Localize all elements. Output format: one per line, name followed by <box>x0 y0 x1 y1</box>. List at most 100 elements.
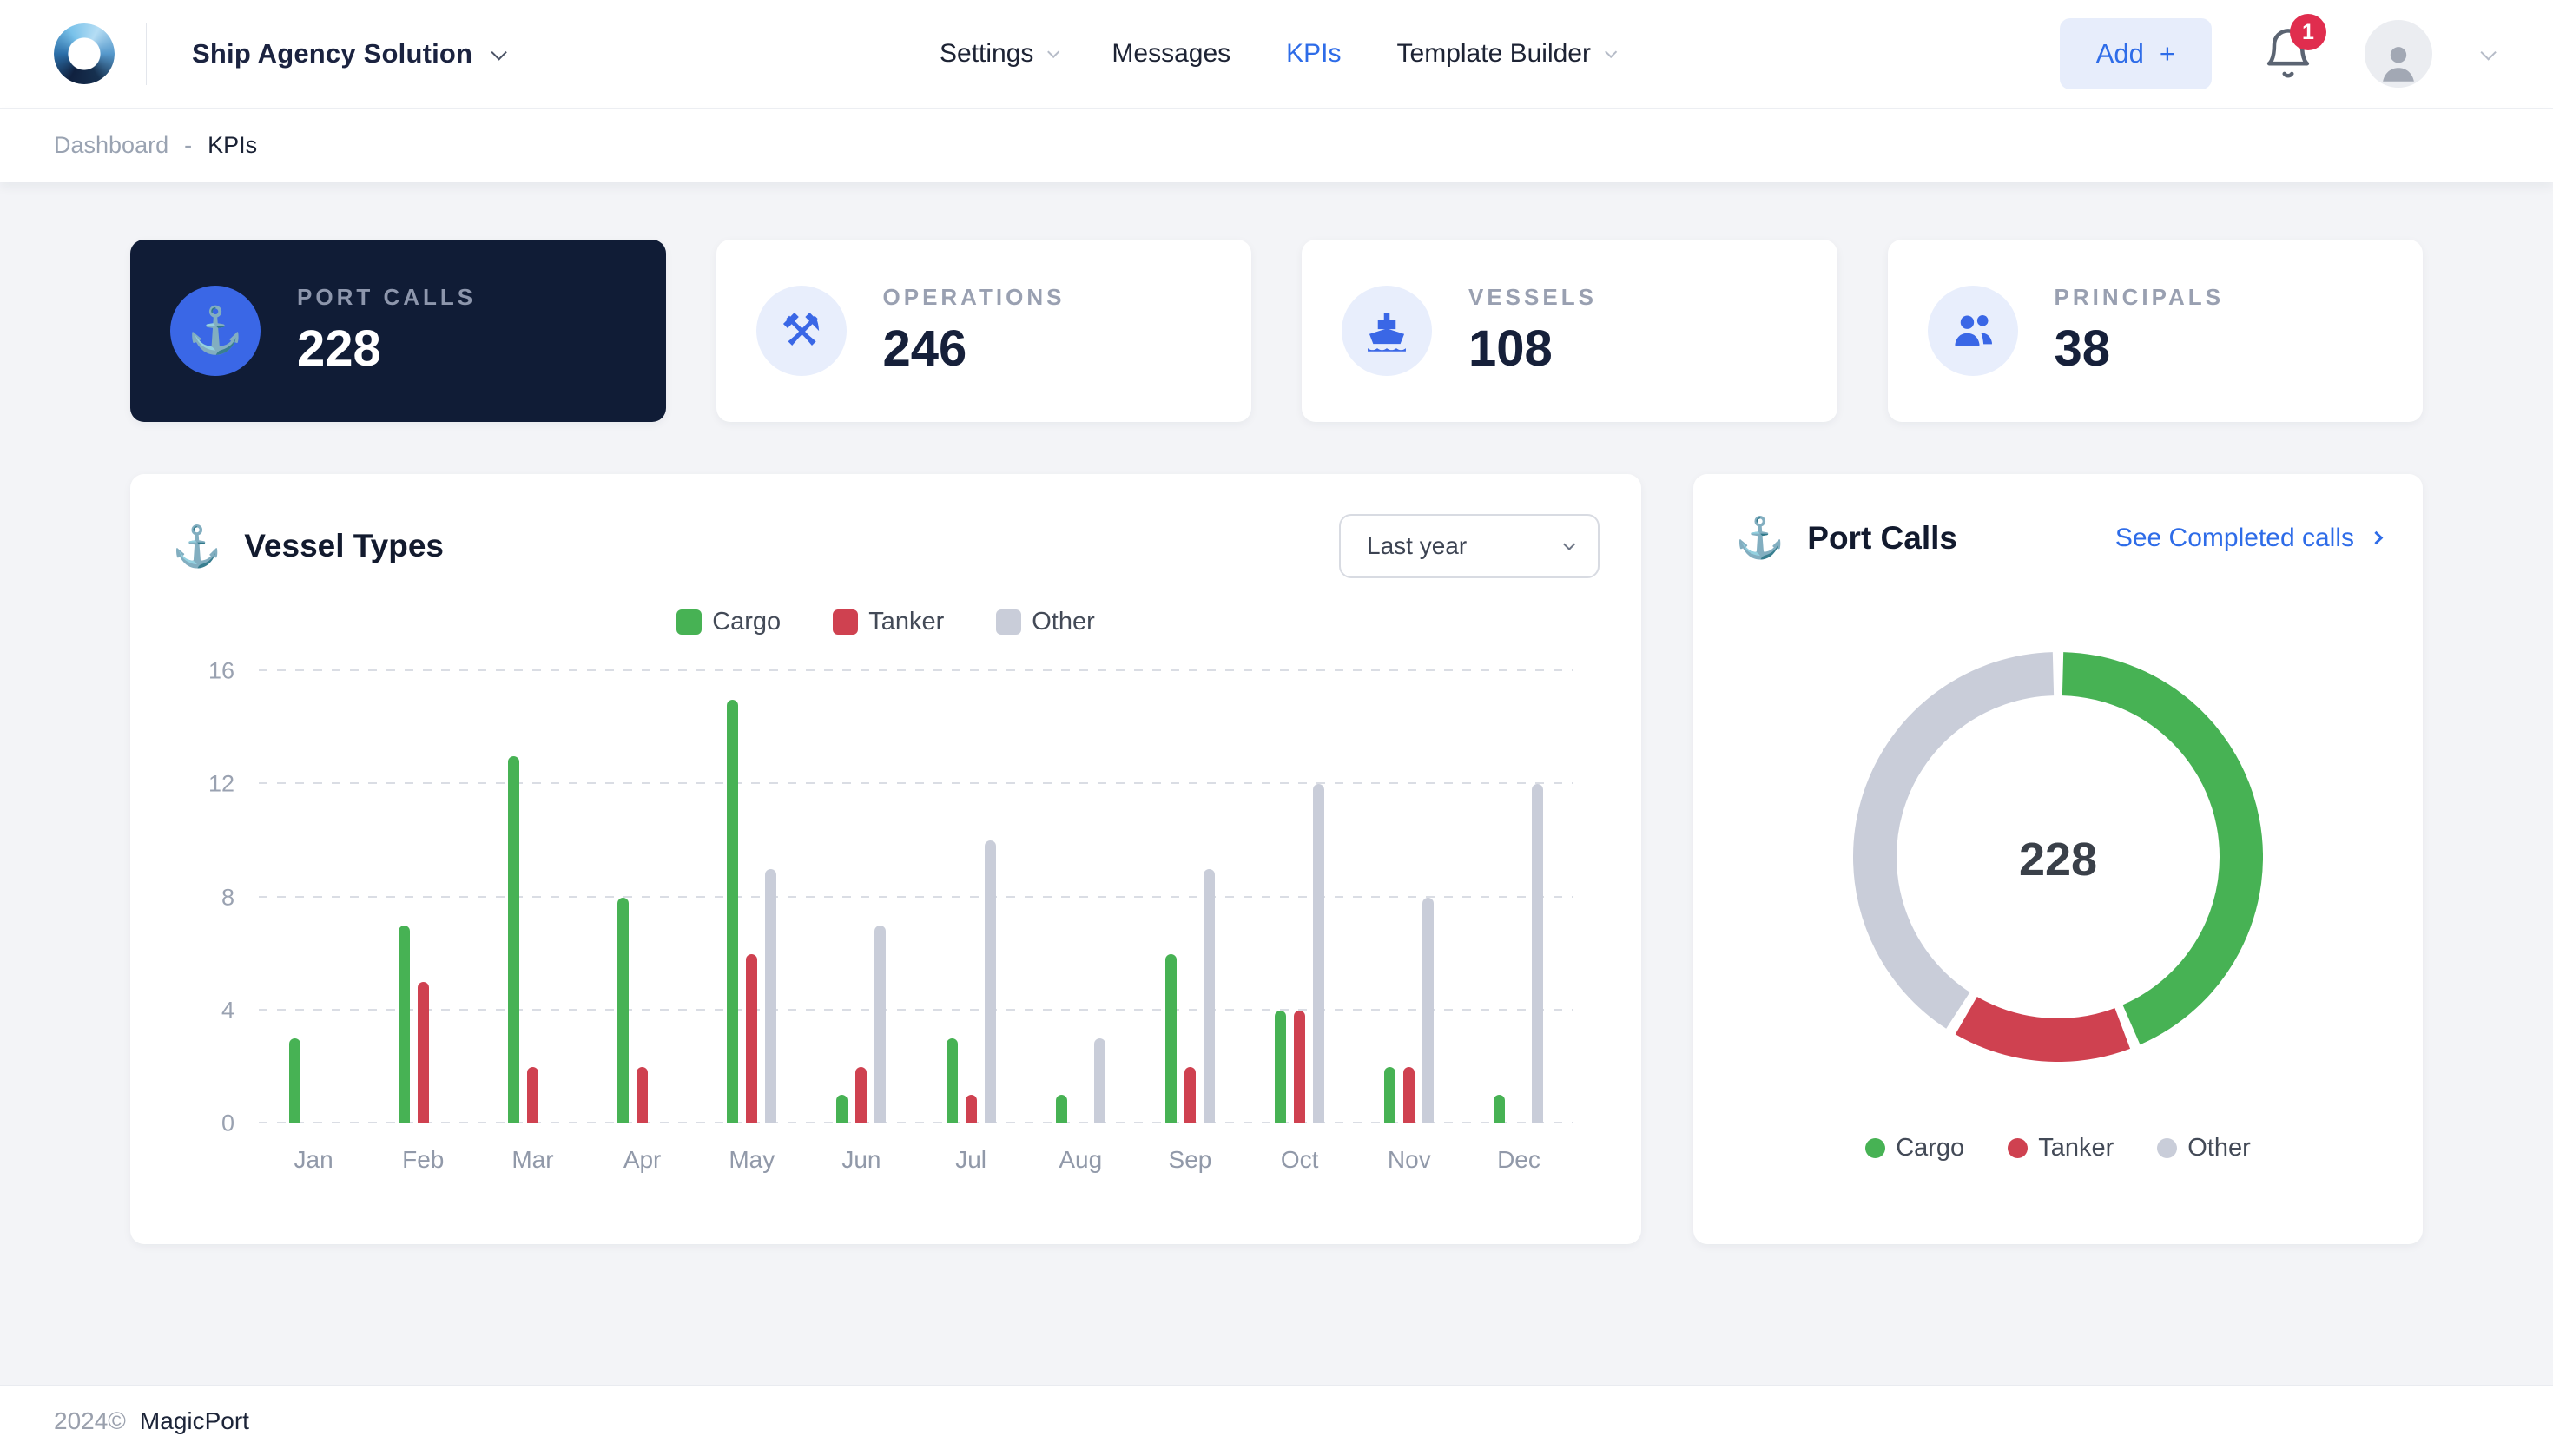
kpi-card-principals[interactable]: PRINCIPALS 38 <box>1887 240 2423 422</box>
breadcrumb-current: KPIs <box>208 132 258 158</box>
page-footer: 2024© MagicPort <box>0 1385 2553 1456</box>
add-button[interactable]: Add + <box>2059 18 2212 89</box>
nav-item-messages[interactable]: Messages <box>1112 39 1230 69</box>
bar-group-jun <box>807 671 916 1123</box>
legend-swatch-tanker <box>833 609 859 635</box>
legend-item-tanker[interactable]: Tanker <box>833 608 944 636</box>
bar-cargo-may <box>727 699 739 1123</box>
legend-label: Cargo <box>712 608 782 636</box>
legend-item-cargo[interactable]: Cargo <box>676 608 781 636</box>
bars-layer <box>259 671 1573 1123</box>
x-axis-label-dec: Dec <box>1497 1146 1540 1173</box>
donut-legend-dot-tanker <box>2008 1138 2029 1158</box>
bar-cargo-jul <box>946 1038 958 1123</box>
y-axis-tick: 8 <box>221 884 234 910</box>
bar-group-mar <box>478 671 587 1123</box>
bar-chart-legend: Cargo Tanker Other <box>172 608 1600 636</box>
port-calls-header: ⚓ Port Calls See Completed calls <box>1735 514 2384 562</box>
kpi-dashboard-page: Ship Agency Solution Settings Messages KPI… <box>0 0 2553 1456</box>
donut-legend-item-cargo[interactable]: Cargo <box>1865 1134 1964 1163</box>
donut-legend-dot-other <box>2157 1138 2178 1158</box>
bar-tanker-jul <box>965 1095 977 1123</box>
kpi-card-text: OPERATIONS 246 <box>883 284 1065 378</box>
donut-legend-item-other[interactable]: Other <box>2157 1134 2251 1163</box>
nav-item-settings[interactable]: Settings <box>940 39 1060 69</box>
nav-item-template-builder[interactable]: Template Builder <box>1396 39 1618 69</box>
bar-chart-plot: 0 4 8 12 16 <box>208 658 1573 1136</box>
bar-group-may <box>697 671 807 1123</box>
kpi-card-port-calls[interactable]: ⚓ PORT CALLS 228 <box>130 240 666 422</box>
notifications-button[interactable]: 1 <box>2260 14 2326 82</box>
bar-tanker-jun <box>855 1066 867 1123</box>
breadcrumb-dashboard[interactable]: Dashboard <box>54 132 168 159</box>
x-axis-label-jul: Jul <box>955 1146 987 1173</box>
breadcrumb: Dashboard - KPIs <box>0 109 2553 182</box>
bar-cargo-oct <box>1275 1010 1287 1123</box>
bar-tanker-may <box>746 953 758 1123</box>
magicport-logo-icon[interactable] <box>54 23 115 84</box>
brand-name: Ship Agency Solution <box>192 38 473 69</box>
x-axis-label-aug: Aug <box>1059 1146 1103 1173</box>
kpi-card-label: PORT CALLS <box>297 284 477 310</box>
bar-cargo-sep <box>1164 953 1177 1123</box>
bar-other-jul <box>984 840 996 1123</box>
period-select[interactable]: Last year <box>1339 514 1600 578</box>
bar-group-apr <box>588 671 697 1123</box>
legend-label: Other <box>1032 608 1095 636</box>
bar-group-oct <box>1245 671 1355 1123</box>
main-content: ⚓ PORT CALLS 228 ⚒ OPERATIONS 246 VESSELS 108 PR… <box>0 182 2553 1244</box>
plus-icon: + <box>2159 38 2175 69</box>
bar-tanker-apr <box>637 1066 649 1123</box>
bar-other-jun <box>874 926 887 1123</box>
bar-tanker-sep <box>1184 1066 1196 1123</box>
x-axis-label-feb: Feb <box>402 1146 445 1173</box>
port-calls-card: ⚓ Port Calls See Completed calls 228 Car… <box>1693 474 2423 1244</box>
kpi-card-label: PRINCIPALS <box>2054 284 2225 310</box>
kpi-card-operations[interactable]: ⚒ OPERATIONS 246 <box>716 240 1251 422</box>
avatar-chevron-down-icon[interactable] <box>2480 43 2497 61</box>
donut-legend: Cargo Tanker Other <box>1735 1134 2381 1163</box>
header-divider <box>146 23 147 85</box>
chevron-down-icon <box>1047 45 1060 58</box>
nav-item-kpis[interactable]: KPIs <box>1286 39 1341 69</box>
footer-year: 2024© <box>54 1407 126 1434</box>
bar-group-aug <box>1026 671 1135 1123</box>
tools-icon: ⚒ <box>755 286 847 376</box>
see-completed-calls-label: See Completed calls <box>2114 523 2354 552</box>
donut-legend-item-tanker[interactable]: Tanker <box>2008 1134 2114 1163</box>
bar-chart-x-axis: Jan Feb Mar Apr May Jun Jul Aug Sep Oct Nov Dec <box>259 1146 1573 1174</box>
notification-badge: 1 <box>2290 14 2326 50</box>
donut-chart: 228 <box>1853 652 2263 1066</box>
see-completed-calls-link[interactable]: See Completed calls <box>2114 523 2384 553</box>
footer-brand: MagicPort <box>139 1407 249 1434</box>
nav-item-label: Template Builder <box>1396 39 1591 68</box>
bar-group-nov <box>1355 671 1464 1123</box>
nav-item-label: Messages <box>1112 39 1231 68</box>
bar-cargo-aug <box>1055 1095 1067 1123</box>
chevron-down-icon <box>491 43 508 61</box>
bar-group-feb <box>368 671 478 1123</box>
kpi-card-vessels[interactable]: VESSELS 108 <box>1302 240 1837 422</box>
bar-other-dec <box>1532 784 1544 1123</box>
nav-item-label: KPIs <box>1286 39 1342 68</box>
bar-cargo-jun <box>836 1095 848 1123</box>
legend-item-other[interactable]: Other <box>996 608 1095 636</box>
bar-other-nov <box>1422 897 1435 1123</box>
x-axis-label-apr: Apr <box>623 1146 662 1173</box>
kpi-card-value: 228 <box>297 320 381 377</box>
y-axis-tick: 4 <box>221 997 234 1024</box>
legend-label: Cargo <box>1896 1134 1965 1162</box>
kpi-card-value: 246 <box>882 320 967 377</box>
ship-icon <box>1342 286 1432 376</box>
bar-cargo-dec <box>1494 1095 1506 1123</box>
legend-swatch-cargo <box>676 609 703 635</box>
anchor-icon: ⚓ <box>170 286 261 376</box>
kpi-card-value: 38 <box>2054 320 2111 377</box>
donut-legend-dot-cargo <box>1865 1138 1886 1158</box>
vessel-types-card: ⚓ Vessel Types Last year Cargo Tanker Othe… <box>130 474 1641 1244</box>
brand-dropdown[interactable]: Ship Agency Solution <box>192 38 508 69</box>
legend-label: Tanker <box>868 608 945 636</box>
kpi-card-label: OPERATIONS <box>882 284 1065 310</box>
user-avatar[interactable] <box>2365 20 2432 88</box>
bar-tanker-oct <box>1294 1010 1306 1123</box>
